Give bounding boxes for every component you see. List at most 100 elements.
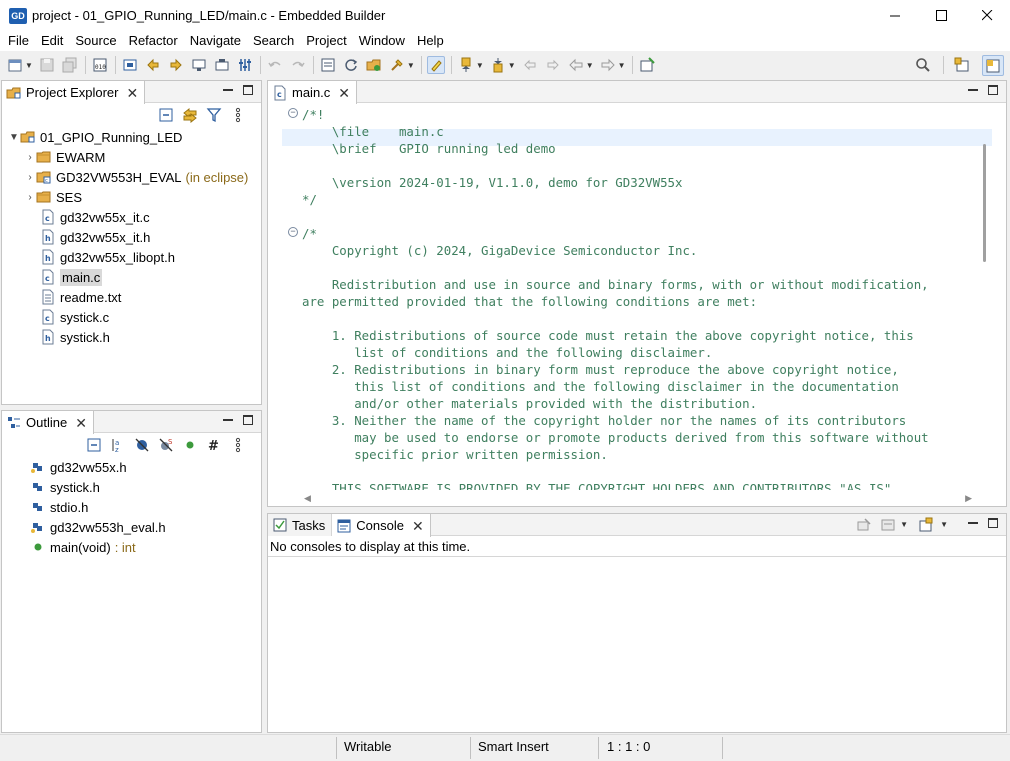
prev-annotation-dropdown-icon[interactable]: ▼: [508, 61, 516, 70]
code-editor[interactable]: − − /*! \file main.c \brief GPIO running…: [268, 104, 1006, 491]
console-icon[interactable]: [319, 56, 337, 74]
tree-item-readme[interactable]: readme.txt: [40, 287, 121, 307]
target-icon[interactable]: [190, 56, 208, 74]
hide-macros-icon[interactable]: #: [205, 436, 223, 454]
menu-file[interactable]: File: [2, 31, 35, 51]
save-all-icon[interactable]: [61, 56, 79, 74]
tab-project-explorer[interactable]: Project Explorer ✕: [2, 81, 146, 104]
close-tab-icon[interactable]: ✕: [75, 416, 87, 430]
tree-item-eval[interactable]: › c GD32VW553H_EVAL (in eclipse): [24, 167, 248, 187]
link-with-editor-icon[interactable]: [181, 106, 199, 124]
menu-edit[interactable]: Edit: [35, 31, 69, 51]
flash-icon[interactable]: [213, 56, 231, 74]
menu-help[interactable]: Help: [411, 31, 450, 51]
scroll-right-icon[interactable]: ▶: [965, 493, 972, 504]
forward-icon[interactable]: [599, 56, 617, 74]
hide-non-public-icon[interactable]: [181, 436, 199, 454]
settings-sliders-icon[interactable]: [236, 56, 254, 74]
tree-item-ses[interactable]: › SES: [24, 187, 82, 207]
save-icon[interactable]: [38, 56, 56, 74]
tree-item-systick-c[interactable]: c systick.c: [40, 307, 109, 327]
maximize-view-button[interactable]: [988, 85, 998, 95]
open-perspective-icon[interactable]: [953, 56, 971, 74]
step-back-icon[interactable]: [144, 56, 162, 74]
build-icon[interactable]: 010: [91, 56, 109, 74]
menu-navigate[interactable]: Navigate: [184, 31, 247, 51]
minimize-view-button[interactable]: [223, 85, 233, 91]
horizontal-scrollbar[interactable]: ◀ ▶: [268, 490, 1006, 506]
filter-icon[interactable]: [205, 106, 223, 124]
hide-static-icon[interactable]: S: [157, 436, 175, 454]
display-console-dropdown-icon[interactable]: ▼: [900, 520, 908, 529]
view-menu-icon[interactable]: [229, 106, 247, 124]
menu-source[interactable]: Source: [69, 31, 122, 51]
collapse-all-icon[interactable]: [85, 436, 103, 454]
prev-annotation-icon[interactable]: [489, 56, 507, 74]
menu-project[interactable]: Project: [300, 31, 352, 51]
pin-console-icon[interactable]: [855, 516, 873, 534]
outline-item-include[interactable]: gd32vw553h_eval.h: [30, 517, 166, 537]
tree-item-ewarm[interactable]: › EWARM: [24, 147, 105, 167]
next-edit-icon[interactable]: [544, 56, 562, 74]
redo-icon[interactable]: [289, 56, 307, 74]
tools-dropdown-icon[interactable]: ▼: [407, 61, 415, 70]
refresh-icon[interactable]: [342, 56, 360, 74]
menu-window[interactable]: Window: [353, 31, 411, 51]
display-console-icon[interactable]: [879, 516, 897, 534]
forward-dropdown-icon[interactable]: ▼: [618, 61, 626, 70]
tree-item-main-c[interactable]: c main.c: [38, 267, 104, 287]
open-console-icon[interactable]: [917, 516, 935, 534]
collapsed-chevron-icon[interactable]: ›: [24, 172, 36, 183]
view-menu-icon[interactable]: [229, 436, 247, 454]
tab-tasks[interactable]: Tasks: [268, 514, 333, 536]
highlight-toggle-icon[interactable]: [426, 56, 445, 74]
tree-item-it-c[interactable]: c gd32vw55x_it.c: [40, 207, 150, 227]
new-dropdown-icon[interactable]: ▼: [25, 61, 33, 70]
open-console-dropdown-icon[interactable]: ▼: [940, 520, 948, 529]
back-icon[interactable]: [567, 56, 585, 74]
c-perspective-icon[interactable]: [982, 55, 1004, 76]
minimize-view-button[interactable]: [968, 518, 978, 524]
tree-item-project[interactable]: ▼ 01_GPIO_Running_LED: [8, 127, 182, 147]
outline-item-include[interactable]: gd32vw55x.h: [30, 457, 127, 477]
debug-config-icon[interactable]: [121, 56, 139, 74]
minimize-button[interactable]: [872, 0, 918, 31]
pin-editor-icon[interactable]: [638, 56, 656, 74]
open-folder-icon[interactable]: [365, 56, 383, 74]
tab-console[interactable]: Console ✕: [332, 514, 431, 537]
scroll-left-icon[interactable]: ◀: [304, 493, 311, 504]
next-annotation-icon[interactable]: [457, 56, 475, 74]
outline-item-function[interactable]: main(void) : int: [30, 537, 136, 557]
maximize-button[interactable]: [918, 0, 964, 31]
close-tab-icon[interactable]: ✕: [338, 86, 350, 100]
fold-toggle-icon[interactable]: −: [288, 108, 298, 118]
new-icon[interactable]: [6, 56, 24, 74]
back-dropdown-icon[interactable]: ▼: [586, 61, 594, 70]
close-tab-icon[interactable]: ✕: [412, 519, 424, 533]
maximize-view-button[interactable]: [243, 415, 253, 425]
collapsed-chevron-icon[interactable]: ›: [24, 152, 36, 163]
minimize-view-button[interactable]: [968, 85, 978, 91]
last-edit-location-icon[interactable]: [521, 56, 539, 74]
maximize-view-button[interactable]: [243, 85, 253, 95]
menu-refactor[interactable]: Refactor: [123, 31, 184, 51]
fold-toggle-icon[interactable]: −: [288, 227, 298, 237]
tab-outline[interactable]: Outline ✕: [2, 411, 94, 434]
hide-fields-icon[interactable]: [133, 436, 151, 454]
tree-item-it-h[interactable]: h gd32vw55x_it.h: [40, 227, 150, 247]
vertical-scrollbar[interactable]: [983, 144, 986, 262]
undo-icon[interactable]: [266, 56, 284, 74]
close-tab-icon[interactable]: ✕: [126, 86, 138, 100]
collapsed-chevron-icon[interactable]: ›: [24, 192, 36, 203]
menu-search[interactable]: Search: [247, 31, 300, 51]
close-button[interactable]: [964, 0, 1010, 31]
tree-item-libopt-h[interactable]: h gd32vw55x_libopt.h: [40, 247, 175, 267]
expanded-chevron-icon[interactable]: ▼: [8, 132, 20, 143]
collapse-all-icon[interactable]: [157, 106, 175, 124]
tools-icon[interactable]: [388, 56, 406, 74]
step-forward-icon[interactable]: [167, 56, 185, 74]
tab-main-c[interactable]: c main.c ✕: [268, 81, 358, 104]
minimize-view-button[interactable]: [223, 415, 233, 421]
outline-item-include[interactable]: systick.h: [30, 477, 100, 497]
maximize-view-button[interactable]: [988, 518, 998, 528]
